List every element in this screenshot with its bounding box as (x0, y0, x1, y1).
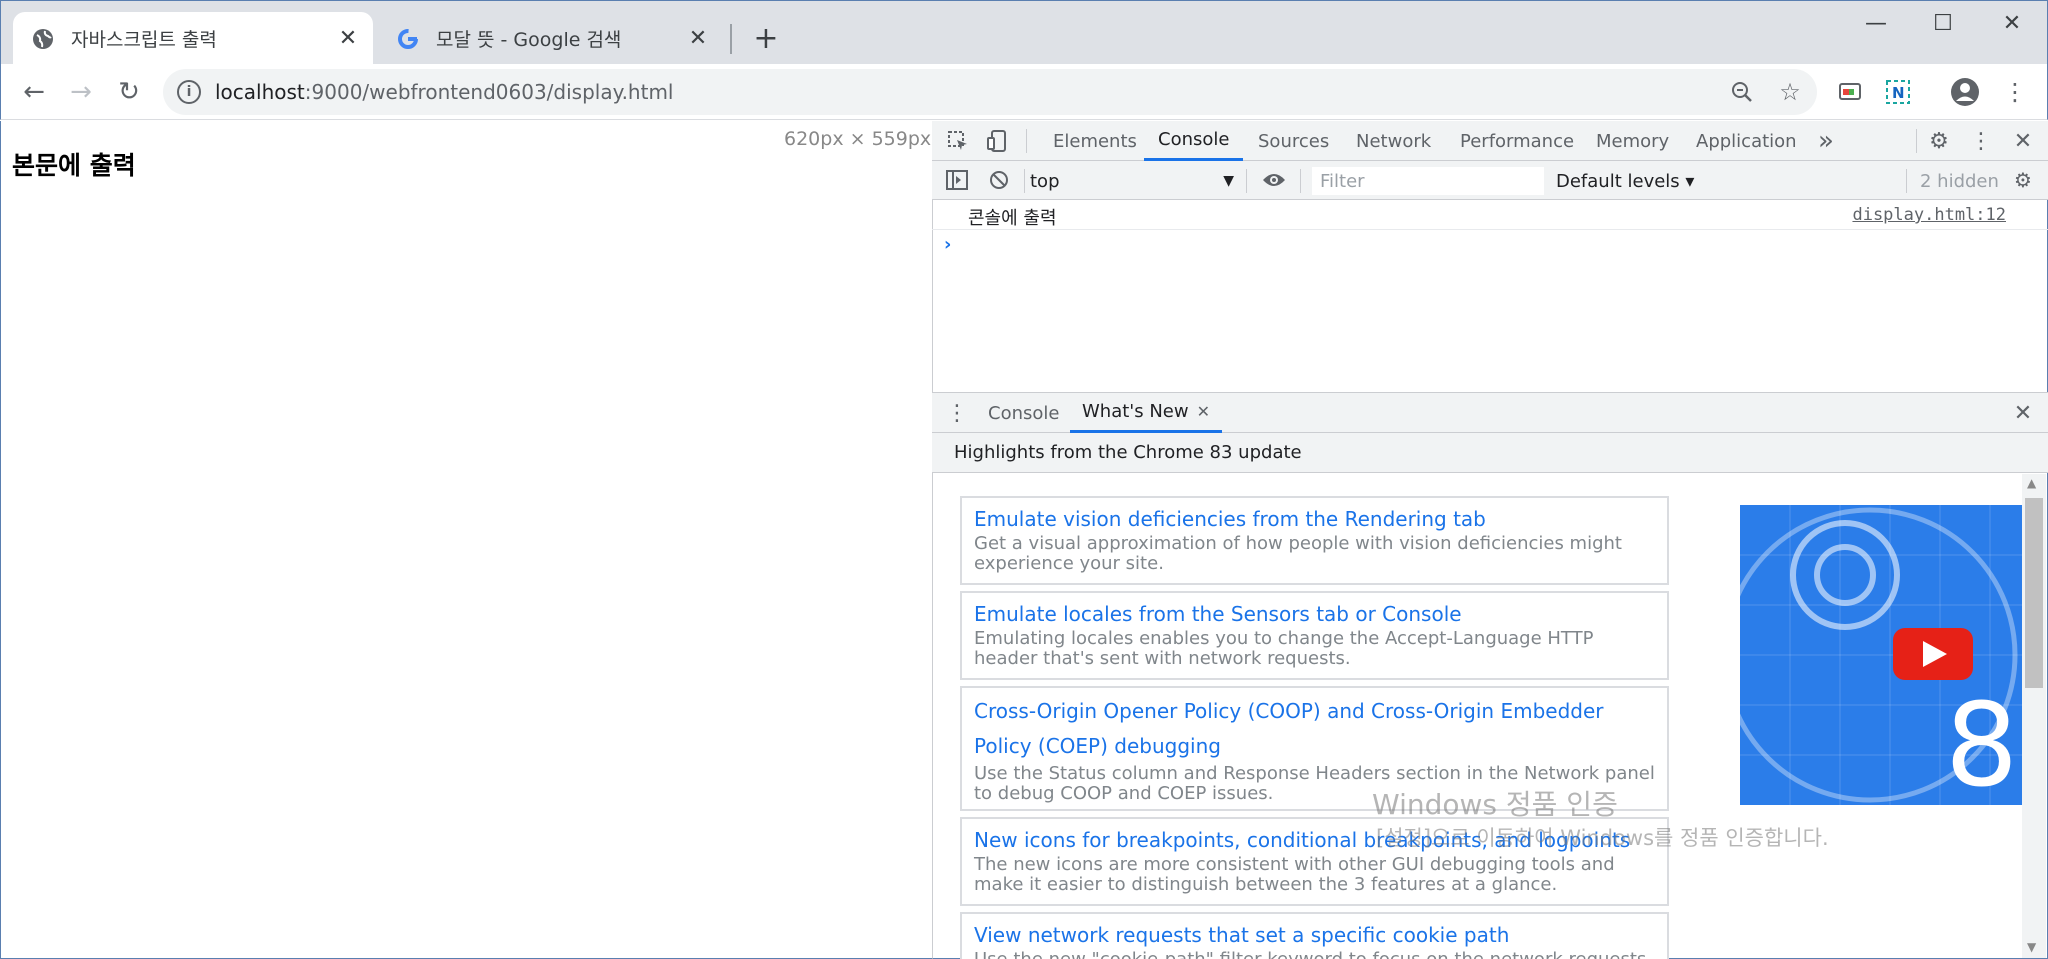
window-close-button[interactable]: ✕ (1979, 4, 2045, 42)
close-drawer-icon[interactable]: ✕ (2005, 395, 2041, 431)
card-description: The new icons are more consistent with o… (974, 854, 1615, 895)
close-tab-icon[interactable]: ✕ (683, 24, 713, 54)
console-settings-gear-icon[interactable]: ⚙ (2006, 163, 2040, 197)
whats-new-header: Highlights from the Chrome 83 update (932, 433, 2048, 473)
console-message-text: 콘솔에 출력 (968, 208, 1057, 229)
whats-new-card[interactable]: View network requests that set a specifi… (960, 912, 1669, 959)
tab-divider (730, 24, 732, 54)
whats-new-card[interactable]: Emulate vision deficiencies from the Ren… (960, 496, 1669, 585)
drawer-menu-icon[interactable]: ⋮ (939, 395, 975, 431)
chrome-83-graphic-icon: 8 (1740, 505, 2024, 805)
separator (1300, 169, 1301, 193)
separator (1906, 169, 1907, 193)
close-devtools-icon[interactable]: ✕ (2005, 123, 2041, 159)
drawer-tab-whats-new[interactable]: What's New ✕ (1070, 393, 1223, 433)
hidden-messages-count: 2 hidden (1920, 170, 1999, 192)
svg-text:N: N (1892, 84, 1905, 102)
zoom-icon[interactable] (1722, 72, 1762, 112)
card-title-link[interactable]: Emulate vision deficiencies from the Ren… (974, 504, 1655, 534)
scroll-down-arrow-icon[interactable]: ▼ (2027, 940, 2036, 954)
devtools-tab-sources[interactable]: Sources (1244, 121, 1343, 161)
more-tabs-icon[interactable]: » (1808, 123, 1844, 159)
video-thumbnail[interactable]: 8 (1740, 505, 2024, 805)
close-tab-icon[interactable]: ✕ (333, 24, 363, 54)
separator (1916, 129, 1917, 153)
log-levels-select[interactable]: Default levels ▾ (1556, 167, 1696, 195)
scrollbar-thumb[interactable] (2025, 498, 2043, 688)
minimize-button[interactable]: — (1843, 4, 1909, 42)
devtools-tab-network[interactable]: Network (1342, 121, 1445, 161)
card-title-link[interactable]: Emulate locales from the Sensors tab or … (974, 599, 1655, 629)
separator (1246, 169, 1247, 193)
card-description: Emulating locales enables you to change … (974, 628, 1594, 669)
windows-activation-watermark-text: [설정]으로 이동하여 Windows를 정품 인증합니다. (1376, 826, 1829, 850)
devtools-tab-performance[interactable]: Performance (1446, 121, 1588, 161)
live-expression-eye-icon[interactable] (1257, 163, 1291, 197)
card-title-link[interactable]: View network requests that set a specifi… (974, 920, 1655, 950)
extension-icon[interactable]: N (1878, 72, 1918, 112)
card-description: Use the new "cookie-path" filter keyword… (974, 950, 1655, 959)
windows-activation-watermark-title: Windows 정품 인증 (1372, 788, 1618, 821)
settings-gear-icon[interactable]: ⚙ (1921, 123, 1957, 159)
separator (1026, 129, 1027, 153)
page-viewport (0, 121, 932, 959)
tab-title: 모달 뜻 - Google 검색 (436, 29, 622, 51)
card-description: Get a visual approximation of how people… (974, 533, 1622, 574)
whats-new-card[interactable]: Emulate locales from the Sensors tab or … (960, 591, 1669, 680)
address-bar[interactable]: i localhost:9000/webfrontend0603/display… (163, 69, 1817, 115)
back-button[interactable]: ← (14, 72, 54, 112)
devtools-menu-icon[interactable]: ⋮ (1963, 123, 1999, 159)
scroll-up-arrow-icon[interactable]: ▲ (2027, 476, 2036, 490)
maximize-button[interactable]: ☐ (1910, 4, 1976, 42)
new-tab-button[interactable]: + (748, 20, 784, 56)
console-filter-input[interactable] (1312, 167, 1544, 195)
url-text[interactable]: localhost:9000/webfrontend0603/display.h… (215, 80, 673, 104)
console-message-source-link[interactable]: display.html:12 (1852, 205, 2006, 225)
forward-button[interactable]: → (61, 72, 101, 112)
devtools-tab-memory[interactable]: Memory (1582, 121, 1683, 161)
page-heading: 본문에 출력 (12, 151, 136, 180)
menu-icon[interactable]: ⋮ (1995, 72, 2035, 112)
close-drawer-tab-icon[interactable]: ✕ (1197, 402, 1210, 421)
google-icon (396, 27, 420, 51)
reload-button[interactable]: ↻ (109, 72, 149, 112)
cast-icon[interactable] (1830, 72, 1870, 112)
devtools-tab-application[interactable]: Application (1682, 121, 1811, 161)
context-select[interactable]: top ▼ (1030, 167, 1240, 195)
bookmark-star-icon[interactable]: ☆ (1770, 72, 1810, 112)
clear-console-icon[interactable] (982, 163, 1016, 197)
profile-icon[interactable] (1945, 72, 1985, 112)
devtools-tab-elements[interactable]: Elements (1039, 121, 1151, 161)
devtools-tab-console[interactable]: Console (1144, 121, 1244, 161)
info-icon[interactable]: i (177, 80, 201, 104)
browser-tab-inactive[interactable]: 모달 뜻 - Google 검색 ✕ (378, 12, 723, 65)
sidebar-toggle-icon[interactable] (940, 163, 974, 197)
inspect-element-icon[interactable] (940, 123, 976, 159)
drawer-tab-console[interactable]: Console (976, 393, 1071, 433)
video-label-text: 8 (1945, 679, 2018, 805)
tab-title: 자바스크립트 출력 (71, 29, 217, 51)
card-title-link[interactable]: Cross-Origin Opener Policy (COOP) and Cr… (974, 694, 1655, 764)
browser-tab-active[interactable]: 자바스크립트 출력 ✕ (13, 12, 373, 65)
globe-icon (31, 27, 55, 51)
console-prompt[interactable]: › (944, 234, 951, 255)
device-toolbar-icon[interactable] (979, 123, 1015, 159)
console-message: 콘솔에 출력 display.html:12 (932, 200, 2048, 230)
separator (1024, 169, 1025, 193)
viewport-size-label: 620px × 559px (784, 128, 932, 150)
dropdown-arrow-icon: ▼ (1223, 173, 1234, 189)
